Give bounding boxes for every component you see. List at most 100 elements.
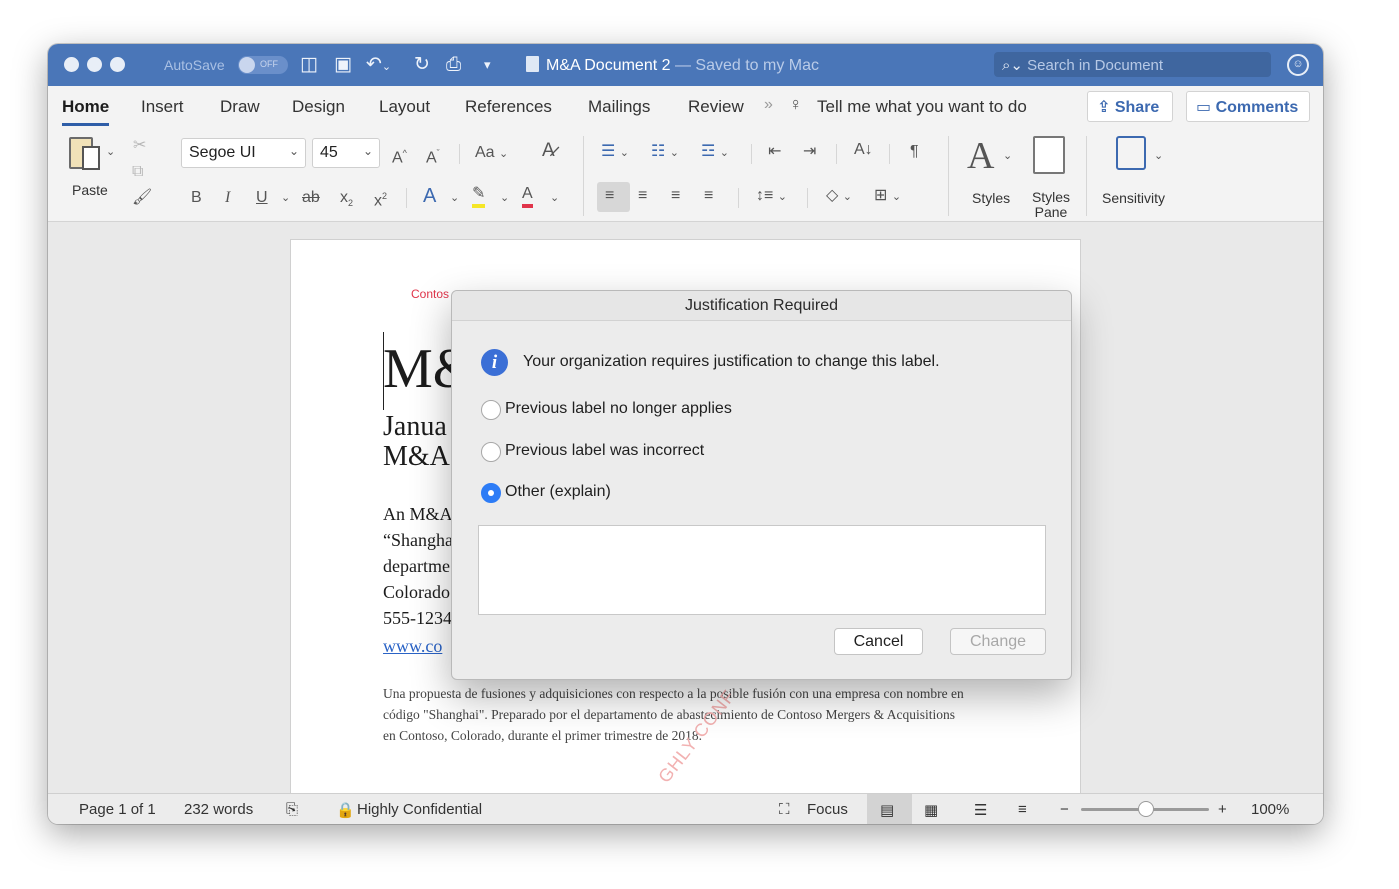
tab-home[interactable]: Home (62, 97, 110, 126)
radio-button[interactable] (481, 400, 501, 420)
minimize-window-button[interactable] (87, 57, 102, 72)
comments-label: Comments (1215, 99, 1299, 116)
chevron-down-icon: ⌄ (281, 192, 291, 204)
line-spacing-icon[interactable]: ↕≡ ⌄ (756, 186, 787, 207)
focus-button[interactable]: Focus (807, 801, 848, 818)
tab-layout[interactable]: Layout (379, 97, 430, 117)
paste-button[interactable]: ⌄ Paste (66, 134, 118, 204)
radio-button[interactable] (481, 483, 501, 503)
chevron-down-icon: ⌄ (288, 144, 299, 158)
zoom-window-button[interactable] (110, 57, 125, 72)
status-bar: Page 1 of 1 232 words ⎘ 🔒 Highly Confide… (48, 793, 1323, 824)
bullets-icon[interactable]: ☰ ⌄ (601, 142, 629, 163)
multilevel-list-icon[interactable]: ☲ ⌄ (701, 142, 729, 163)
tab-references[interactable]: References (465, 97, 552, 117)
divider (583, 136, 584, 216)
justification-dialog: Justification Required i Your organizati… (451, 290, 1072, 680)
tab-review[interactable]: Review (688, 97, 744, 117)
share-label: Share (1114, 99, 1160, 116)
feedback-smiley-icon[interactable]: ☺ (1287, 54, 1309, 76)
font-color-icon[interactable]: A (522, 184, 533, 208)
zoom-out-icon[interactable]: − (1060, 801, 1069, 818)
website-link[interactable]: www.co (383, 636, 442, 657)
proofing-icon[interactable]: ⎘ (286, 801, 298, 818)
sidebar-icon[interactable]: ◫ (300, 54, 318, 76)
search-document-input[interactable]: ⌕⌄ Search in Document (994, 52, 1271, 77)
comments-button[interactable]: ▭ Comments (1186, 91, 1310, 122)
radio-button[interactable] (481, 442, 501, 462)
divider (889, 144, 890, 164)
redo-icon[interactable]: ↻ (414, 54, 430, 76)
toggle-knob (239, 57, 255, 73)
undo-icon[interactable]: ↶⌄ (366, 54, 391, 78)
tell-me-search[interactable]: Tell me what you want to do (817, 97, 1027, 117)
strikethrough-button[interactable]: ab (302, 188, 320, 208)
change-button[interactable]: Change (950, 628, 1046, 655)
close-window-button[interactable] (64, 57, 79, 72)
autosave-toggle[interactable]: OFF (238, 56, 288, 74)
paste-label: Paste (72, 182, 108, 198)
decrease-font-icon[interactable]: Aˇ (426, 143, 440, 168)
align-center-icon[interactable]: ≡ (638, 186, 647, 206)
justify-icon[interactable]: ≡ (704, 186, 713, 206)
text-effects-icon[interactable]: A (423, 186, 436, 206)
increase-indent-icon[interactable]: ⇥ (803, 142, 816, 162)
font-size-select[interactable]: 45 ⌄ (312, 138, 380, 168)
styles-pane-button[interactable]: Styles Pane (1027, 134, 1075, 220)
highlight-icon[interactable]: ✎ (472, 184, 486, 208)
font-name-select[interactable]: Segoe UI ⌄ (181, 138, 306, 168)
clear-formatting-icon[interactable]: A̷ (542, 141, 555, 161)
subscript-icon[interactable]: x2 (340, 188, 353, 213)
zoom-slider-knob[interactable] (1138, 801, 1154, 817)
change-case-button[interactable]: Aa ⌄ (475, 143, 508, 164)
format-painter-icon[interactable]: 🖌 (132, 188, 152, 208)
document-subtitle-line1: Janua (383, 411, 447, 442)
bold-button[interactable]: B (191, 188, 202, 208)
tab-insert[interactable]: Insert (141, 97, 184, 117)
tab-mailings[interactable]: Mailings (588, 97, 650, 117)
chevron-down-icon: ⌄ (362, 144, 373, 158)
cut-icon[interactable]: ✂ (133, 136, 146, 156)
tab-draw[interactable]: Draw (220, 97, 260, 117)
sort-icon[interactable]: A↓ (854, 140, 873, 160)
search-icon: ⌕⌄ (1002, 57, 1023, 74)
shading-icon[interactable]: ◇ ⌄ (826, 186, 852, 207)
styles-button[interactable]: A ⌄ Styles (965, 134, 1023, 206)
zoom-level[interactable]: 100% (1251, 801, 1289, 818)
more-tabs-icon[interactable]: » (764, 96, 773, 114)
body-line: “Shangha (383, 530, 453, 550)
word-count[interactable]: 232 words (184, 801, 253, 818)
print-icon[interactable]: ⎙ (446, 54, 461, 76)
decrease-indent-icon[interactable]: ⇤ (768, 142, 781, 162)
sensitivity-status[interactable]: Highly Confidential (357, 801, 482, 818)
numbering-icon[interactable]: ☷ ⌄ (651, 142, 679, 163)
styles-pane-label-line1: Styles (1031, 189, 1071, 205)
page-count[interactable]: Page 1 of 1 (79, 801, 156, 818)
cancel-button[interactable]: Cancel (834, 628, 923, 655)
copy-icon[interactable]: ⧉ (132, 162, 143, 182)
divider (807, 188, 808, 208)
align-right-icon[interactable]: ≡ (671, 186, 680, 206)
document-title: M&A Document 2 — Saved to my Mac (526, 56, 819, 75)
share-button[interactable]: ⇪ Share (1087, 91, 1173, 122)
underline-button[interactable]: U (256, 188, 268, 208)
italic-button[interactable]: I (225, 188, 230, 208)
sensitivity-button[interactable]: ⌄ Sensitivity (1100, 134, 1174, 206)
draft-view-icon[interactable]: ≡ (1018, 801, 1027, 818)
tab-design[interactable]: Design (292, 97, 345, 117)
zoom-in-icon[interactable]: + (1218, 801, 1227, 818)
explanation-textarea[interactable] (478, 525, 1046, 615)
superscript-icon[interactable]: x2 (374, 186, 387, 211)
divider (738, 188, 739, 208)
web-layout-icon[interactable]: ▦ (924, 801, 938, 819)
borders-icon[interactable]: ⊞ ⌄ (874, 186, 901, 207)
outline-view-icon[interactable]: ☰ (974, 801, 987, 819)
align-left-icon[interactable]: ≡ (605, 186, 614, 206)
search-placeholder: Search in Document (1027, 57, 1164, 74)
divider (836, 144, 837, 164)
show-formatting-icon[interactable]: ¶ (910, 142, 919, 162)
customize-toolbar-icon[interactable]: ▾ (484, 54, 491, 76)
print-layout-icon[interactable]: ▤ (880, 801, 894, 819)
save-icon[interactable]: ▣ (334, 54, 352, 76)
increase-font-icon[interactable]: A^ (392, 143, 407, 168)
